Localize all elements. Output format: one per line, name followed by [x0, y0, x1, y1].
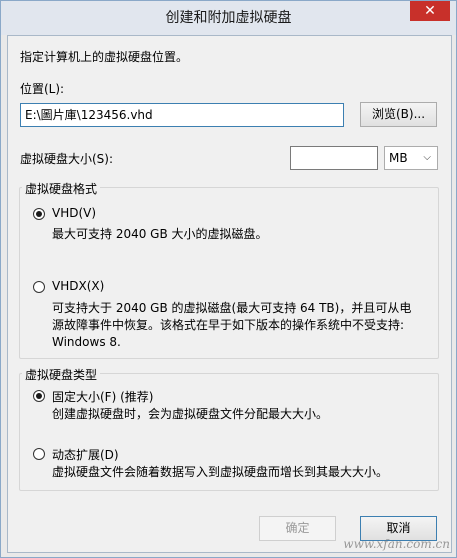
watermark: www.xfan.com.cn [343, 537, 450, 551]
type-group-title: 虚拟硬盘类型 [22, 366, 101, 383]
fixed-size-radio[interactable] [33, 390, 45, 402]
size-unit-select[interactable]: MB ⌵ [384, 146, 438, 170]
fixed-size-label[interactable]: 固定大小(F) (推荐) [52, 388, 153, 405]
size-unit-value: MB [389, 151, 408, 165]
chevron-down-icon: ⌵ [423, 152, 431, 163]
format-group-title: 虚拟硬盘格式 [22, 180, 101, 197]
dynamic-radio[interactable] [33, 448, 45, 460]
dynamic-label[interactable]: 动态扩展(D) [52, 446, 119, 463]
dynamic-description: 虚拟硬盘文件会随着数据写入到虚拟硬盘而增长到其最大大小。 [52, 465, 389, 479]
dialog-window: 创建和附加虚拟硬盘 ✕ 指定计算机上的虚拟硬盘位置。 位置(L): E:\圖片庫… [0, 0, 457, 558]
location-input[interactable]: E:\圖片庫\123456.vhd [20, 103, 344, 127]
close-button[interactable]: ✕ [410, 1, 450, 21]
size-input[interactable] [290, 146, 378, 170]
dialog-body: 指定计算机上的虚拟硬盘位置。 位置(L): E:\圖片庫\123456.vhd … [7, 35, 452, 553]
ok-button[interactable]: 确定 [259, 516, 336, 541]
vhd-label[interactable]: VHD(V) [52, 206, 96, 220]
browse-button[interactable]: 浏览(B)... [360, 102, 437, 127]
vhdx-radio[interactable] [33, 281, 45, 293]
location-label: 位置(L): [20, 82, 65, 96]
vhdx-label[interactable]: VHDX(X) [52, 279, 104, 293]
fixed-size-description: 创建虚拟硬盘时，会为虚拟硬盘文件分配最大大小。 [52, 407, 329, 421]
vhdx-description: 可支持大于 2040 GB 的虚拟磁盘(最大可支持 64 TB)，并且可从电源故… [52, 301, 412, 349]
intro-text: 指定计算机上的虚拟硬盘位置。 [20, 50, 189, 64]
vhd-radio[interactable] [33, 208, 45, 220]
size-label: 虚拟硬盘大小(S): [20, 152, 114, 166]
vhd-description: 最大可支持 2040 GB 大小的虚拟磁盘。 [52, 227, 268, 241]
window-title: 创建和附加虚拟硬盘 [165, 10, 292, 26]
close-icon: ✕ [424, 3, 436, 19]
title-bar[interactable]: 创建和附加虚拟硬盘 ✕ [1, 1, 456, 35]
